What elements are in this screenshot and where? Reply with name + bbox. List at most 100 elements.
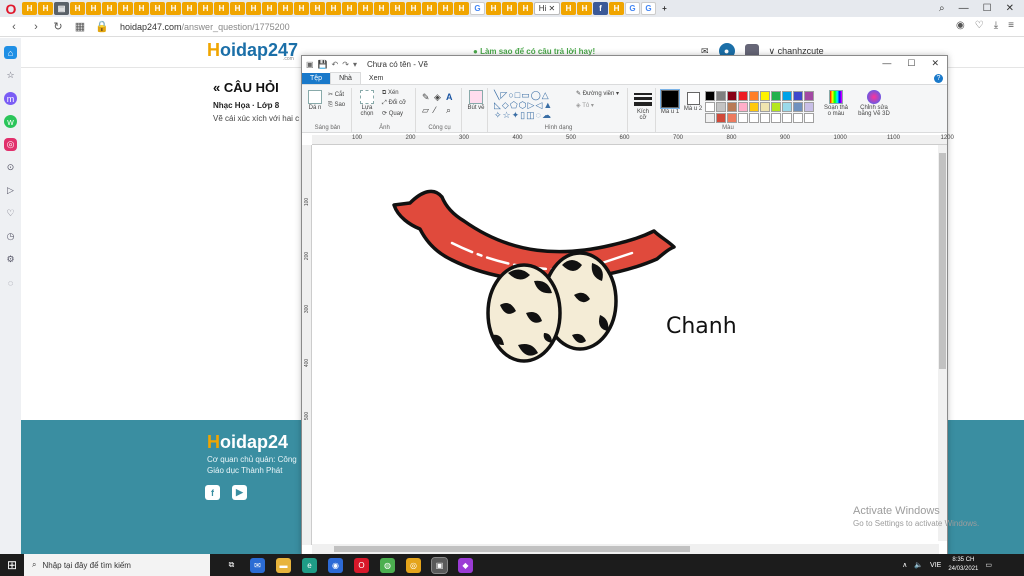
vertical-scroll-thumb[interactable] [939,153,946,369]
clock[interactable]: 8:35 CH 24/03/2021 [948,556,978,574]
magnifier-icon[interactable]: ⌕ [446,105,451,116]
hoidap-tab[interactable]: H [486,2,501,15]
brushes-button[interactable]: Bút vẽ [466,90,486,111]
bookmark-heart-icon[interactable]: ♡ [975,20,984,31]
lightbulb-icon[interactable]: ◌ [4,276,17,289]
hoidap-tab[interactable]: H [102,2,117,15]
palette-swatch[interactable] [804,113,814,123]
facebook-tab[interactable]: f [593,2,608,15]
paint-canvas[interactable]: Chanh [312,145,939,541]
opera-icon[interactable]: O [354,557,369,573]
palette-swatch[interactable] [738,91,748,101]
hoidap-tab[interactable]: H [166,2,181,15]
hoidap-tab[interactable]: H [38,2,53,15]
hoidap-tab[interactable]: H [374,2,389,15]
hoidap-tab[interactable]: H [22,2,37,15]
hoidap-tab[interactable]: H [294,2,309,15]
download-icon[interactable]: ⤓ [994,20,998,31]
customize-icon[interactable]: ▾ [353,60,357,69]
new-tab-button[interactable]: + [657,2,672,15]
help-icon[interactable]: ? [934,74,943,83]
redo-icon[interactable]: ↷ [342,60,349,69]
forward-icon[interactable]: › [28,21,44,33]
send-icon[interactable]: ▷ [4,184,17,197]
target-icon[interactable]: ⊙ [4,161,17,174]
url-field[interactable]: hoidap247.com/answer_question/1775200 [120,22,290,32]
hoidap-tab[interactable]: H [214,2,229,15]
facebook-icon[interactable]: f [205,485,220,500]
palette-swatch[interactable] [782,91,792,101]
hoidap-tab[interactable]: H [422,2,437,15]
search-icon[interactable]: ⌕ [939,3,945,14]
edit-colors-button[interactable]: Soạn thả o màu [823,90,849,117]
palette-swatch[interactable] [716,102,726,112]
palette-swatch[interactable] [760,91,770,101]
mail-icon[interactable]: ✉ [250,557,265,573]
paint3d-taskbar-icon[interactable]: ◆ [458,557,473,573]
tab-home[interactable]: Nhà [330,72,361,84]
palette-swatch[interactable] [793,91,803,101]
messenger-icon[interactable]: m [4,92,17,105]
hoidap-tab[interactable]: H [342,2,357,15]
close-icon[interactable]: ✕ [1006,3,1014,14]
hoidap-tab[interactable]: H [438,2,453,15]
hoidap-tab[interactable]: H [134,2,149,15]
palette-swatch[interactable] [771,91,781,101]
hoidap-tab[interactable]: H [518,2,533,15]
doc-tab[interactable]: ▤ [54,2,69,15]
palette-swatch[interactable] [716,113,726,123]
tray-chevron-icon[interactable]: ∧ [902,561,907,569]
chrome-icon[interactable]: ◎ [406,557,421,573]
youtube-icon[interactable]: ▶ [232,485,247,500]
star-icon[interactable]: ☆ [4,69,17,82]
google-tab[interactable]: G [625,2,640,15]
tab-file[interactable]: Tệp [302,73,331,84]
palette-swatch[interactable] [771,102,781,112]
tab-view[interactable]: Xem [361,73,391,84]
palette-swatch[interactable] [804,91,814,101]
active-tab[interactable]: Hi ✕ [534,2,560,15]
hoidap-tab[interactable]: H [310,2,325,15]
notifications-icon[interactable]: ▭ [985,561,992,569]
horizontal-scrollbar[interactable] [312,544,939,554]
palette-swatch[interactable] [738,102,748,112]
google-tab[interactable]: G [641,2,656,15]
camera-icon[interactable]: ◉ [956,20,965,31]
hoidap-tab[interactable]: H [406,2,421,15]
hoidap-tab[interactable]: H [230,2,245,15]
palette-swatch[interactable] [749,113,759,123]
palette-swatch[interactable] [804,102,814,112]
palette-swatch[interactable] [705,102,715,112]
speed-dial-icon[interactable]: ▦ [72,20,88,33]
pencil-icon[interactable]: ✎ [422,92,430,103]
hoidap-tab[interactable]: H [86,2,101,15]
size-button[interactable]: Kích cỡ [633,91,653,121]
hoidap-tab[interactable]: H [182,2,197,15]
start-icon[interactable]: ⊞ [0,554,24,576]
undo-icon[interactable]: ↶ [332,60,339,69]
taskbar-search[interactable]: ⌕ Nhập tại đây để tìm kiếm [24,554,210,576]
hoidap-tab[interactable]: H [246,2,261,15]
hoidap-tab[interactable]: H [198,2,213,15]
palette-swatch[interactable] [705,113,715,123]
text-icon[interactable]: A [446,92,453,102]
hoidap-tab[interactable]: H [326,2,341,15]
volume-icon[interactable]: 🔈 [914,561,923,569]
palette-swatch[interactable] [793,102,803,112]
hoidap-tab[interactable]: H [262,2,277,15]
cut-button[interactable]: ✂ Cắt [328,91,344,98]
minimize-icon[interactable]: — [959,3,969,14]
color2-button[interactable]: Mà u 2 [683,92,703,112]
fill-icon[interactable]: ◈ [434,92,441,103]
history-icon[interactable]: ◷ [4,230,17,243]
settings-icon[interactable]: ⚙ [4,253,17,266]
color-picker-icon[interactable]: ⁄ [434,105,436,115]
hoidap-tab[interactable]: H [118,2,133,15]
google-tab[interactable]: G [470,2,485,15]
shape-gallery[interactable]: ╲◸○□▭◯△ ◺◇⬠⬡▷◁▲ ✧☆✦▯◫◌☁ [494,90,570,120]
heart-icon[interactable]: ♡ [4,207,17,220]
palette-swatch[interactable] [771,113,781,123]
paste-button[interactable]: Dá n [307,90,323,111]
whatsapp-icon[interactable]: w [4,115,17,128]
copy-button[interactable]: ⎘ Sao [328,102,345,109]
